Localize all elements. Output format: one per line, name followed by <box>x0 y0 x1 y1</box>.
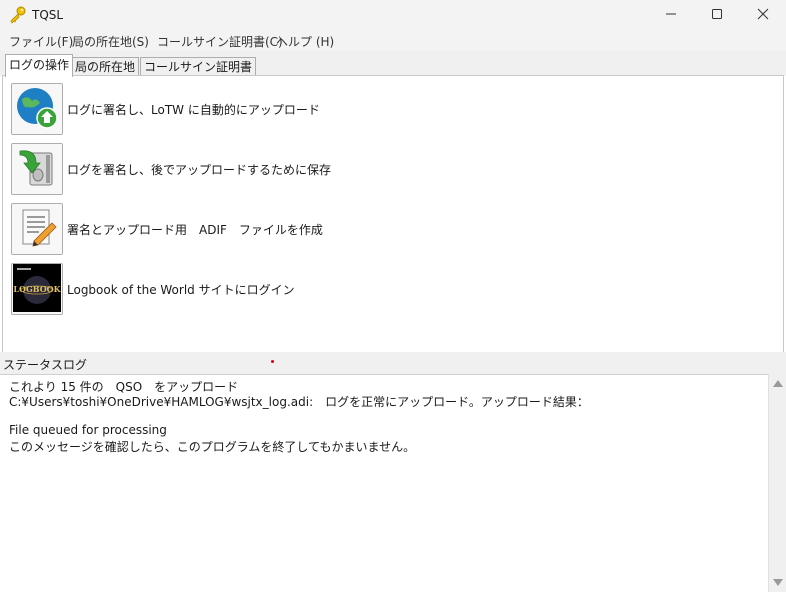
maximize-icon <box>711 8 723 23</box>
tab-strip: ログの操作 局の所在地 コールサイン証明書 <box>0 51 786 77</box>
menu-bar: ファイル(F) 局の所在地(S) コールサイン証明書(C) ヘルプ (H) <box>0 31 786 51</box>
sign-save-label: ログを署名し、後でアップロードするために保存 <box>67 162 332 177</box>
close-icon <box>757 8 769 23</box>
status-dot <box>271 360 274 363</box>
lotw-login-button[interactable]: LOGBOOK <box>11 263 63 315</box>
tab-callsign-certificate[interactable]: コールサイン証明書 <box>140 57 257 76</box>
title-bar: TQSL <box>0 0 786 31</box>
menu-station-location[interactable]: 局の所在地(S) <box>72 33 149 50</box>
status-log-text[interactable]: これより 15 件の QSO をアップロード C:¥Users¥toshi¥On… <box>0 374 768 593</box>
log-operations-panel: ログに署名し、LoTW に自動的にアップロード ログを署名し、後でアップロードす… <box>2 75 784 353</box>
lotw-logo-icon: LOGBOOK <box>13 263 62 315</box>
menu-callsign-certificate[interactable]: コールサイン証明書(C) <box>157 33 283 50</box>
status-log-header: ステータスログ <box>0 352 786 374</box>
log-line: このメッセージを確認したら、このプログラムを終了してもかまいません。 <box>9 440 416 454</box>
minimize-icon <box>665 8 677 23</box>
sign-upload-button[interactable] <box>11 83 63 135</box>
create-adif-label: 署名とアップロード用 ADIF ファイルを作成 <box>67 222 323 237</box>
scroll-up-icon[interactable] <box>773 380 783 387</box>
sign-and-save-action[interactable]: ログを署名し、後でアップロードするために保存 <box>11 143 331 195</box>
edit-document-icon <box>14 205 60 254</box>
close-button[interactable] <box>740 0 786 31</box>
tab-log-operations[interactable]: ログの操作 <box>5 54 74 77</box>
menu-help[interactable]: ヘルプ (H) <box>276 33 334 50</box>
menu-file[interactable]: ファイル(F) <box>9 33 73 50</box>
vertical-scrollbar[interactable] <box>768 374 786 592</box>
create-adif-button[interactable] <box>11 203 63 255</box>
minimize-button[interactable] <box>648 0 694 31</box>
maximize-button[interactable] <box>694 0 740 31</box>
scroll-down-icon[interactable] <box>773 579 783 586</box>
tab-station-location[interactable]: 局の所在地 <box>71 57 140 76</box>
sign-upload-label: ログに署名し、LoTW に自動的にアップロード <box>67 102 320 117</box>
key-icon <box>9 6 27 24</box>
create-adif-action[interactable]: 署名とアップロード用 ADIF ファイルを作成 <box>11 203 323 255</box>
status-log-title: ステータスログ <box>3 358 88 372</box>
lotw-login-label: Logbook of the World サイトにログイン <box>67 282 295 297</box>
window-title: TQSL <box>32 8 64 22</box>
save-disk-icon <box>14 145 60 194</box>
svg-text:LOGBOOK: LOGBOOK <box>13 284 61 294</box>
sign-and-upload-action[interactable]: ログに署名し、LoTW に自動的にアップロード <box>11 83 320 135</box>
log-line: C:¥Users¥toshi¥OneDrive¥HAMLOG¥wsjtx_log… <box>9 395 589 409</box>
globe-upload-icon <box>14 85 60 134</box>
lotw-login-action[interactable]: LOGBOOK Logbook of the World サイトにログイン <box>11 263 295 315</box>
sign-save-button[interactable] <box>11 143 63 195</box>
log-line: File queued for processing <box>9 423 167 437</box>
